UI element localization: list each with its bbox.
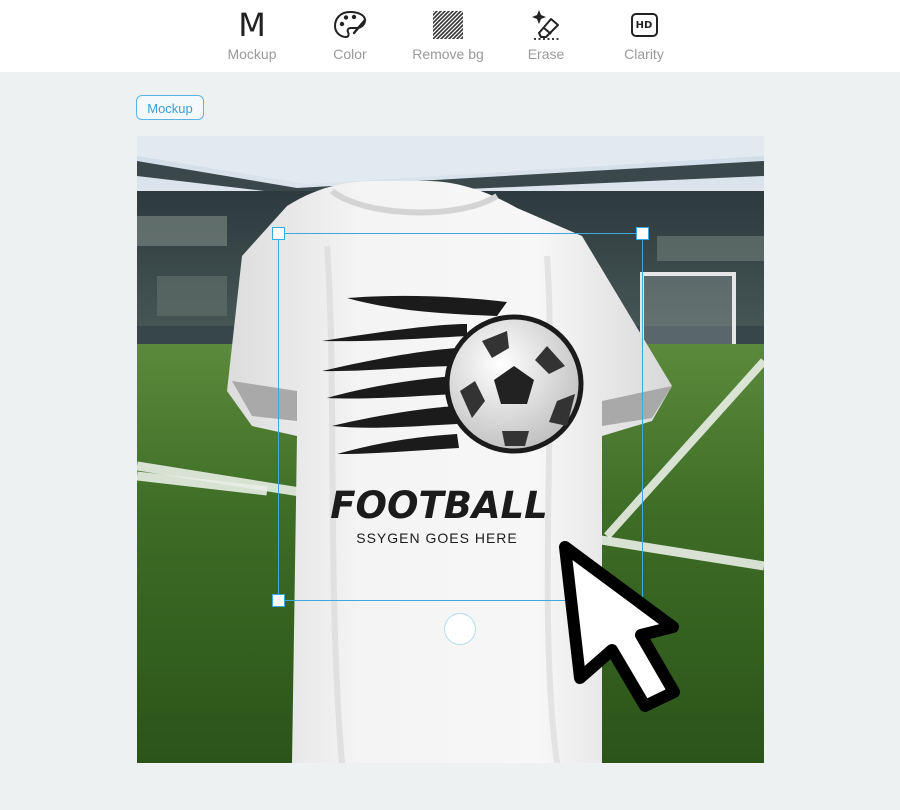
resize-handle-top-right[interactable]	[636, 227, 649, 240]
tool-mockup-label: Mockup	[227, 46, 277, 62]
tool-color-label: Color	[333, 46, 367, 62]
mockup-badge[interactable]: Mockup	[136, 95, 204, 120]
tool-color[interactable]: Color	[300, 0, 400, 72]
tool-remove-bg-label: Remove bg	[412, 46, 484, 62]
tool-clarity[interactable]: HD Clarity	[594, 0, 694, 72]
resize-handle-bottom-left[interactable]	[272, 594, 285, 607]
rotate-handle[interactable]	[444, 613, 476, 645]
tool-remove-bg[interactable]: Remove bg	[398, 0, 498, 72]
palette-icon	[300, 8, 400, 42]
tool-erase[interactable]: Erase	[496, 0, 596, 72]
tool-clarity-label: Clarity	[624, 46, 664, 62]
mouse-pointer-icon	[559, 541, 680, 712]
resize-handle-top-left[interactable]	[272, 227, 285, 240]
tool-erase-label: Erase	[527, 46, 565, 62]
hd-icon: HD	[594, 8, 694, 42]
hatch-icon	[398, 8, 498, 42]
mockup-letter-icon: M	[238, 6, 266, 44]
tool-mockup[interactable]: M Mockup	[202, 0, 302, 72]
top-toolbar: M Mockup Color Remove bg Erase HD Clarit…	[0, 0, 900, 72]
eraser-sparkle-icon	[496, 8, 596, 42]
